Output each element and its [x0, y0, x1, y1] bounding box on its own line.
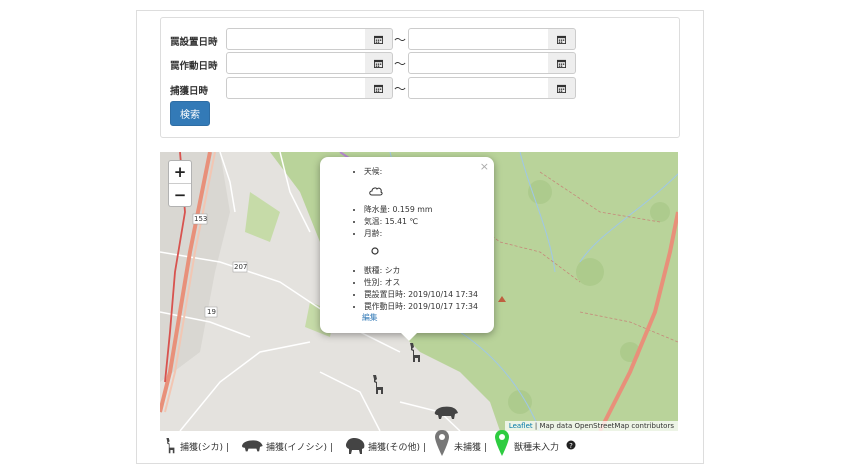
- leaflet-link[interactable]: Leaflet: [509, 422, 533, 430]
- sex-text: 性別: オス: [364, 277, 478, 289]
- marker-popup: × 天候: 降水量: 0.159 mm 気温: 15.41 ℃ 月齢: 獣種: …: [320, 157, 494, 333]
- range-separator: ～: [394, 82, 407, 96]
- road-label: 19: [207, 308, 216, 316]
- question-circle-icon[interactable]: ?: [566, 440, 576, 450]
- set-time-text: 罠設置日時: 2019/10/14 17:34: [364, 289, 478, 301]
- edit-link[interactable]: 編集: [362, 312, 378, 323]
- deer-legend-icon: [166, 438, 175, 454]
- legend-boar-label: 捕獲(イノシシ) |: [266, 443, 333, 453]
- weather-list: 天候:: [364, 166, 382, 178]
- capture-label: 捕獲日時: [170, 86, 209, 97]
- calendar-icon[interactable]: [365, 77, 393, 99]
- temperature-text: 気温: 15.41 ℃: [364, 216, 433, 228]
- trap-trigger-label: 罠作動日時: [170, 61, 218, 72]
- calendar-icon[interactable]: [548, 52, 576, 74]
- map-attribution: Leaflet | Map data OpenStreetMap contrib…: [504, 421, 678, 431]
- capture-from-input[interactable]: [226, 77, 366, 99]
- legend: 捕獲(シカ) | 捕獲(イノシシ) | 捕獲(その他) | 未捕獲 | 獣種未入…: [160, 430, 600, 460]
- weather-details: 降水量: 0.159 mm 気温: 15.41 ℃ 月齢:: [364, 204, 433, 240]
- cloud-icon: [369, 187, 383, 196]
- species-text: 獣種: シカ: [364, 265, 478, 277]
- moon-label: 月齢:: [364, 228, 433, 240]
- gray-pin-icon: [435, 430, 449, 456]
- popup-tip: [399, 331, 419, 341]
- close-icon[interactable]: ×: [480, 160, 489, 173]
- calendar-icon[interactable]: [365, 52, 393, 74]
- boar-marker-icon[interactable]: [433, 404, 459, 422]
- rainfall-text: 降水量: 0.159 mm: [364, 204, 433, 216]
- trap-set-from-input[interactable]: [226, 28, 366, 50]
- capture-to-input[interactable]: [408, 77, 549, 99]
- zoom-out-button[interactable]: −: [169, 184, 191, 206]
- calendar-icon[interactable]: [548, 77, 576, 99]
- legend-other-label: 捕獲(その他) |: [368, 443, 426, 453]
- attribution-text: | Map data OpenStreetMap contributors: [532, 422, 674, 430]
- boar-legend-icon: [241, 440, 263, 452]
- trap-set-label: 罠設置日時: [170, 37, 218, 48]
- trigger-time-text: 罠作動日時: 2019/10/17 17:34: [364, 301, 478, 313]
- legend-unspecified-label: 獣種未入力: [514, 443, 560, 453]
- zoom-control: + −: [168, 160, 192, 207]
- trap-set-to-input[interactable]: [408, 28, 549, 50]
- range-separator: ～: [394, 57, 407, 71]
- trap-trigger-from-input[interactable]: [226, 52, 366, 74]
- calendar-icon[interactable]: [548, 28, 576, 50]
- road-label: 207: [234, 263, 248, 271]
- legend-deer-label: 捕獲(シカ) |: [180, 443, 229, 453]
- svg-text:?: ?: [569, 442, 573, 450]
- legend-uncaptured-label: 未捕獲 |: [454, 443, 487, 453]
- zoom-in-button[interactable]: +: [169, 161, 191, 184]
- deer-marker-icon[interactable]: [407, 342, 427, 364]
- weather-label: 天候:: [364, 166, 382, 178]
- green-pin-icon: [495, 430, 509, 456]
- trap-trigger-to-input[interactable]: [408, 52, 549, 74]
- moon-phase-icon: [371, 247, 379, 255]
- other-animal-legend-icon: [345, 437, 365, 454]
- animal-details: 獣種: シカ 性別: オス 罠設置日時: 2019/10/14 17:34 罠作…: [364, 265, 478, 313]
- range-separator: ～: [394, 33, 407, 47]
- road-label: 153: [194, 215, 208, 223]
- search-button[interactable]: 検索: [170, 101, 210, 126]
- deer-marker-icon[interactable]: [370, 374, 390, 396]
- calendar-icon[interactable]: [365, 28, 393, 50]
